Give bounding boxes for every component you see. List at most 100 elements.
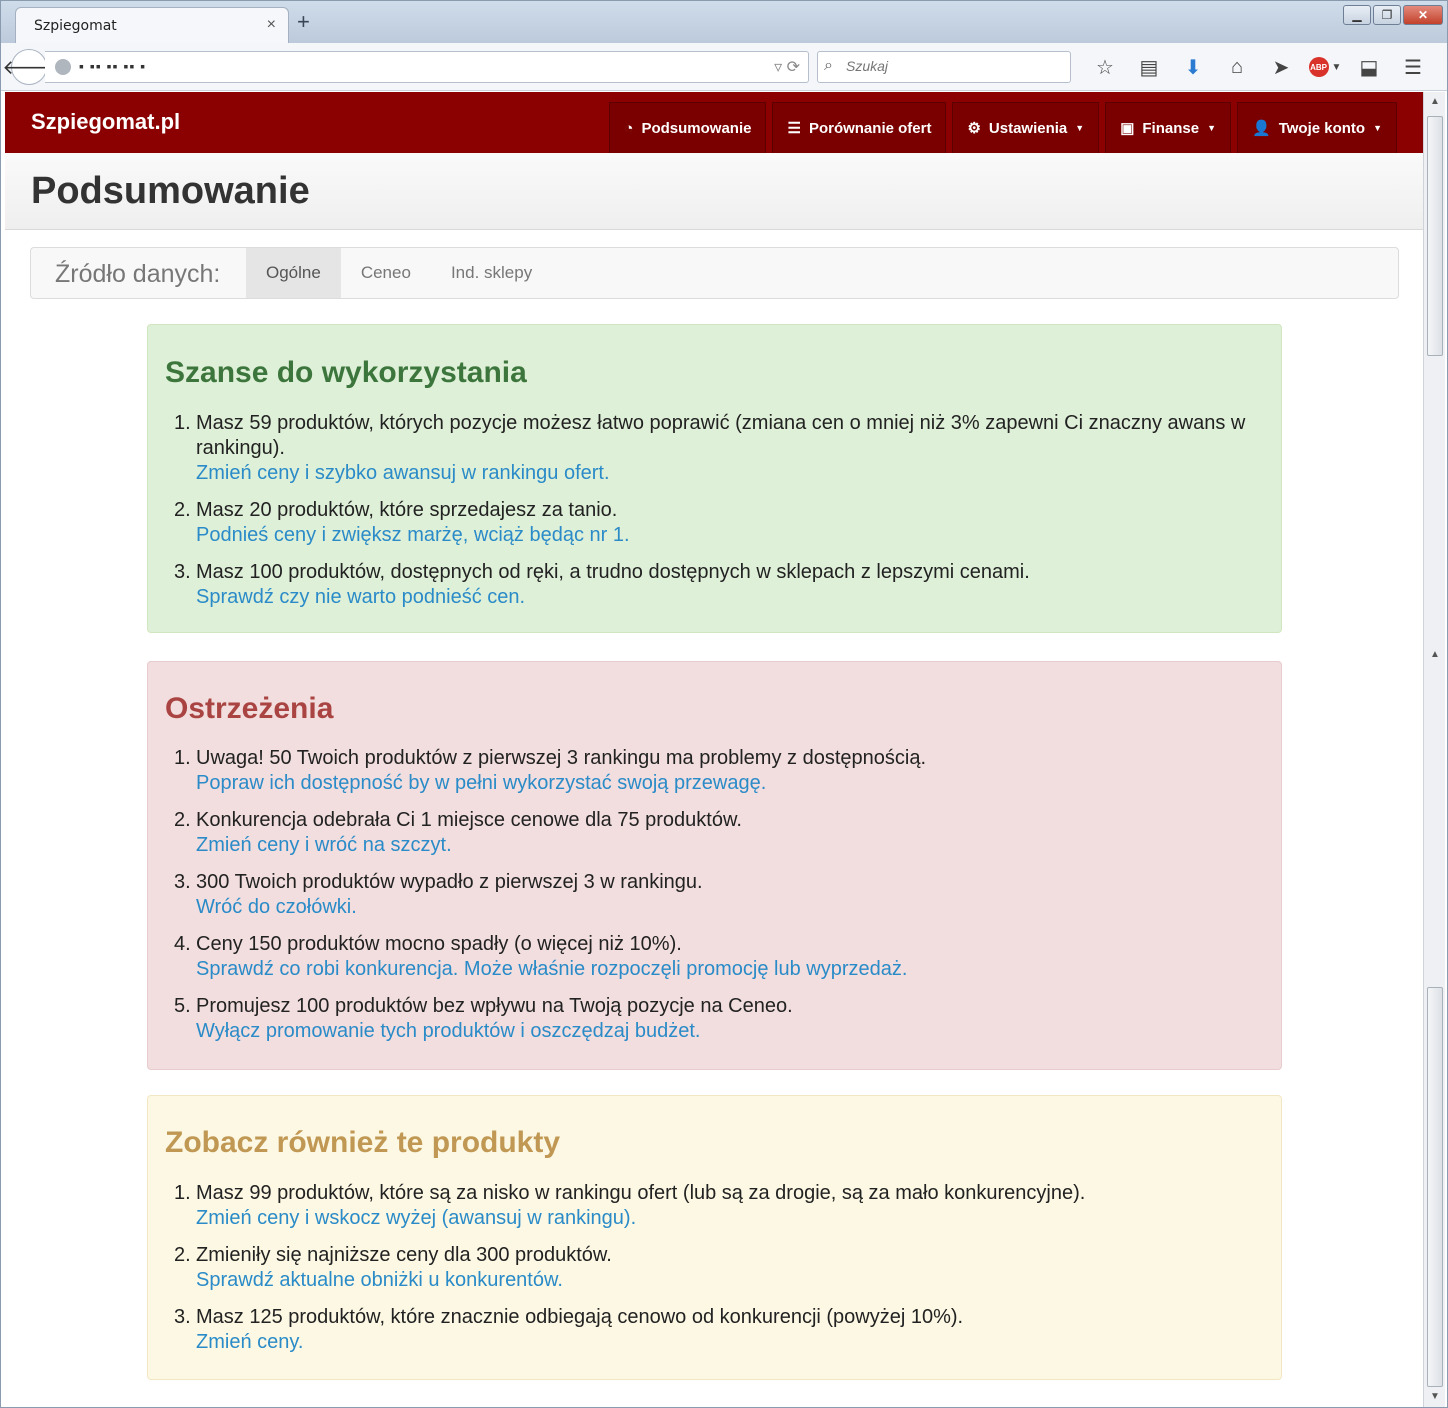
- download-icon[interactable]: ⬇: [1171, 53, 1215, 81]
- back-button[interactable]: 🡐: [2, 49, 56, 85]
- menu-label: Porównanie ofert: [808, 119, 932, 137]
- site-navbar: Szpiegomat.pl ◔ Podsumowanie ☰ Porównani…: [5, 92, 1423, 153]
- scroll-up-icon[interactable]: ▲: [1427, 647, 1443, 663]
- panel-title: Szanse do wykorzystania: [165, 356, 527, 389]
- item-link[interactable]: Sprawdź aktualne obniżki u konkurentów.: [196, 1268, 1254, 1293]
- send-icon[interactable]: ➤: [1259, 53, 1303, 81]
- main-menu: ◔ Podsumowanie ☰ Porównanie ofert ⚙ Usta…: [609, 102, 1397, 153]
- money-icon: ▣: [1120, 120, 1135, 137]
- url-bar[interactable]: ▪ ▪▪ ▪▪ ▪▪ ▪ ▿ ⟳: [45, 51, 809, 83]
- menu-label: Podsumowanie: [641, 119, 752, 137]
- list-item: 1. Uwaga! 50 Twoich produktów z pierwszej…: [174, 746, 1254, 796]
- close-window-button[interactable]: ✕: [1403, 5, 1443, 25]
- search-icon: ⌕: [824, 57, 833, 74]
- reading-list-icon[interactable]: ▤: [1127, 53, 1171, 81]
- scroll-up-icon[interactable]: ▲: [1427, 94, 1443, 110]
- pocket-icon[interactable]: ⬓: [1347, 53, 1391, 81]
- reload-icon[interactable]: ▿ ⟳: [774, 57, 800, 77]
- item-text: Uwaga! 50 Twoich produktów z pierwszej 3…: [196, 747, 926, 769]
- item-text: Promujesz 100 produktów bez wpływu na Tw…: [196, 995, 793, 1017]
- opportunities-list: 1. Masz 59 produktów, których pozycje moż…: [174, 411, 1254, 622]
- tab-ogolne[interactable]: Ogólne: [246, 248, 341, 298]
- caret-down-icon: ▼: [1075, 123, 1085, 133]
- gear-icon: ⚙: [967, 120, 981, 137]
- item-text: 300 Twoich produktów wypadło z pierwszej…: [196, 871, 703, 893]
- data-source-bar: Źródło danych: Ogólne Ceneo Ind. sklepy: [30, 247, 1399, 299]
- data-source-label: Źródło danych:: [55, 260, 221, 288]
- list-icon: ☰: [787, 120, 801, 137]
- globe-icon: [55, 59, 71, 75]
- menu-label: Ustawienia: [988, 119, 1068, 137]
- item-link[interactable]: Wyłącz promowanie tych produktów i oszcz…: [196, 1019, 1254, 1044]
- see-also-panel: Zobacz również te produkty 1. Masz 99 pro…: [147, 1095, 1282, 1380]
- list-item: 1. Masz 59 produktów, których pozycje moż…: [174, 411, 1254, 486]
- scrollbar-thumb-secondary[interactable]: [1427, 987, 1443, 1387]
- list-item: 3. 300 Twoich produktów wypadło z pierwsz…: [174, 870, 1254, 920]
- item-link[interactable]: Zmień ceny i szybko awansuj w rankingu o…: [196, 461, 1254, 486]
- tab-ind-sklepy[interactable]: Ind. sklepy: [431, 248, 552, 298]
- list-item: 2. Masz 20 produktów, które sprzedajesz z…: [174, 498, 1254, 548]
- bookmark-star-icon[interactable]: ☆: [1083, 53, 1127, 81]
- title-bar: Szpiegomat × + ▁ ❐ ✕: [1, 1, 1447, 43]
- home-icon[interactable]: ⌂: [1215, 53, 1259, 81]
- tab-ceneo[interactable]: Ceneo: [341, 248, 431, 298]
- new-tab-button[interactable]: +: [297, 11, 310, 33]
- page-title: Podsumowanie: [31, 170, 310, 212]
- item-link[interactable]: Zmień ceny i wróć na szczyt.: [196, 833, 1254, 858]
- menu-twoje-konto[interactable]: 👤 Twoje konto ▼: [1237, 102, 1397, 153]
- item-text: Masz 59 produktów, których pozycje możes…: [196, 412, 1246, 459]
- caret-down-icon: ▼: [1373, 123, 1382, 133]
- url-text: ▪ ▪▪ ▪▪ ▪▪ ▪: [79, 58, 147, 74]
- item-text: Masz 99 produktów, które są za nisko w r…: [196, 1182, 1086, 1204]
- item-text: Zmieniły się najniższe ceny dla 300 prod…: [196, 1244, 612, 1266]
- list-item: 2. Zmieniły się najniższe ceny dla 300 pr…: [174, 1243, 1254, 1293]
- item-link[interactable]: Podnieś ceny i zwiększ marżę, wciąż będą…: [196, 523, 1254, 548]
- menu-label: Twoje konto: [1278, 119, 1366, 137]
- item-link[interactable]: Sprawdź czy nie warto podnieść cen.: [196, 585, 1254, 610]
- browser-tab[interactable]: Szpiegomat ×: [15, 7, 289, 43]
- dashboard-icon: ◔: [624, 119, 634, 137]
- item-link[interactable]: Popraw ich dostępność by w pełni wykorzy…: [196, 771, 1254, 796]
- item-text: Ceny 150 produktów mocno spadły (o więce…: [196, 933, 682, 955]
- menu-icon[interactable]: ☰: [1391, 53, 1435, 81]
- minimize-button[interactable]: ▁: [1343, 5, 1371, 25]
- menu-podsumowanie[interactable]: ◔ Podsumowanie: [609, 102, 767, 153]
- panel-title: Zobacz również te produkty: [165, 1126, 561, 1159]
- see-also-list: 1. Masz 99 produktów, które są za nisko w…: [174, 1181, 1254, 1367]
- scroll-down-icon[interactable]: ▼: [1427, 1389, 1443, 1405]
- list-item: 3. Masz 125 produktów, które znacznie odb…: [174, 1305, 1254, 1355]
- site-brand[interactable]: Szpiegomat.pl: [31, 109, 180, 135]
- search-input[interactable]: [846, 58, 1066, 74]
- item-text: Masz 100 produktów, dostępnych od ręki, …: [196, 561, 1030, 583]
- opportunities-panel: Szanse do wykorzystania 1. Masz 59 produk…: [147, 324, 1282, 633]
- page-scrollbar[interactable]: ▲ ▲ ▼: [1423, 92, 1445, 1407]
- list-item: 4. Ceny 150 produktów mocno spadły (o wię…: [174, 932, 1254, 982]
- menu-porownanie-ofert[interactable]: ☰ Porównanie ofert: [772, 102, 947, 153]
- tab-title: Szpiegomat: [34, 18, 117, 34]
- item-link[interactable]: Wróć do czołówki.: [196, 895, 1254, 920]
- adblock-icon[interactable]: ABP ▼: [1303, 53, 1347, 81]
- list-item: 3. Masz 100 produktów, dostępnych od ręki…: [174, 560, 1254, 610]
- scrollbar-thumb[interactable]: [1427, 116, 1443, 356]
- item-text: Masz 20 produktów, które sprzedajesz za …: [196, 499, 618, 521]
- item-link[interactable]: Zmień ceny i wskocz wyżej (awansuj w ran…: [196, 1206, 1254, 1231]
- browser-window: Szpiegomat × + ▁ ❐ ✕ 🡐 ▪ ▪▪ ▪▪ ▪▪ ▪ ▿ ⟳ …: [0, 0, 1448, 1408]
- item-link[interactable]: Sprawdź co robi konkurencja. Może właśni…: [196, 957, 1254, 982]
- menu-ustawienia[interactable]: ⚙ Ustawienia ▼: [952, 102, 1100, 153]
- warnings-list: 1. Uwaga! 50 Twoich produktów z pierwszej…: [174, 746, 1254, 1056]
- list-item: 5. Promujesz 100 produktów bez wpływu na …: [174, 994, 1254, 1044]
- toolbar-icons: ☆ ▤ ⬇ ⌂ ➤ ABP ▼ ⬓ ☰: [1083, 53, 1435, 81]
- page-viewport: Szpiegomat.pl ◔ Podsumowanie ☰ Porównani…: [5, 92, 1423, 1407]
- warnings-panel: Ostrzeżenia 1. Uwaga! 50 Twoich produktów…: [147, 661, 1282, 1070]
- caret-down-icon: ▼: [1207, 123, 1216, 133]
- window-controls: ▁ ❐ ✕: [1343, 5, 1443, 25]
- item-link[interactable]: Zmień ceny.: [196, 1330, 1254, 1355]
- browser-toolbar: 🡐 ▪ ▪▪ ▪▪ ▪▪ ▪ ▿ ⟳ ⌕ ☆ ▤ ⬇ ⌂ ➤ ABP▼ ⬓ ☰: [1, 43, 1447, 91]
- menu-finanse[interactable]: ▣ Finanse ▼: [1105, 102, 1231, 153]
- list-item: 1. Masz 99 produktów, które są za nisko w…: [174, 1181, 1254, 1231]
- item-text: Masz 125 produktów, które znacznie odbie…: [196, 1306, 964, 1328]
- search-box[interactable]: ⌕: [817, 51, 1071, 83]
- item-text: Konkurencja odebrała Ci 1 miejsce cenowe…: [196, 809, 742, 831]
- restore-button[interactable]: ❐: [1373, 5, 1401, 25]
- tab-close-icon[interactable]: ×: [267, 16, 276, 34]
